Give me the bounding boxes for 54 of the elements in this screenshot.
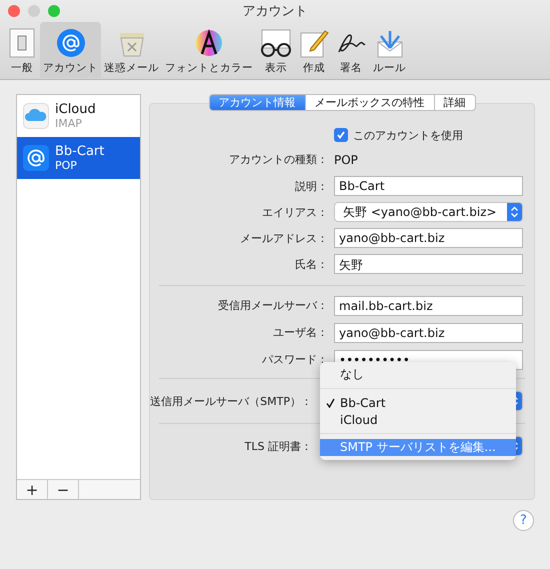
checkmark-icon [336,130,346,140]
add-button[interactable]: + [17,480,48,499]
account-type: POP [55,159,78,172]
remove-button[interactable]: − [48,480,79,499]
account-item[interactable]: Bb-Cart POP [17,137,140,179]
text-field[interactable]: yano@bb-cart.biz [334,322,523,342]
tab[interactable]: メールボックスの特性 [306,94,434,111]
field-label: パスワード： [261,352,328,367]
envelope-arrows-icon [374,28,404,58]
field-label: TLS 証明書： [244,438,313,454]
account-type-value: POP [334,152,359,166]
field-label: エイリアス： [261,204,328,220]
field-label: 説明： [294,178,328,194]
alias-select[interactable]: 矢野 <yano@bb-cart.biz> [334,202,523,222]
text-field[interactable]: Bb-Cart [334,176,523,196]
toolbar-tab[interactable]: 作成 [296,22,332,78]
checkmark-icon [326,398,335,408]
toolbar-tab[interactable]: 迷惑メール [101,22,162,78]
toolbar-tab[interactable]: 表示 [256,22,296,78]
field-label: 氏名： [294,256,328,272]
account-name: Bb-Cart [55,144,104,159]
toolbar-tab[interactable]: アカウント [40,22,101,78]
glasses-icon [259,28,293,58]
field-label: メールアドレス： [239,230,328,246]
zoom-button[interactable] [48,5,60,17]
account-type: IMAP [55,117,83,130]
text-field[interactable]: 矢野 [334,254,523,274]
enable-checkbox[interactable]: このアカウントを使用 [334,128,523,142]
stepper-icon [507,203,522,221]
switch-icon [9,28,35,58]
at-sign-icon [56,28,86,58]
toolbar-tab[interactable]: 署名 [332,22,370,78]
text-field[interactable]: mail.bb-cart.biz [334,296,523,316]
account-name: iCloud [55,102,96,117]
help-button[interactable]: ? [513,510,534,531]
cloud-icon [23,103,49,129]
window-title: アカウント [242,3,308,20]
field-label: 受信用メールサーバ： [217,298,328,313]
checkbox[interactable] [334,128,348,142]
pencil-paper-icon [299,28,329,58]
toolbar-tab[interactable]: 一般 [4,22,40,78]
tab[interactable]: 詳細 [434,94,476,111]
text-field[interactable]: yano@bb-cart.biz [334,228,523,248]
minimize-button[interactable] [28,5,40,17]
menu-item[interactable]: Bb-Cart [320,394,516,411]
field-label: ユーザ名： [272,325,328,340]
toolbar-tab[interactable]: フォントとカラー [162,22,256,78]
at-sign-icon [23,145,49,171]
toolbar-tab[interactable]: ルール [370,22,409,78]
field-label: アカウントの種類： [228,152,328,167]
close-button[interactable] [8,5,20,17]
menu-item[interactable]: iCloud [320,411,516,428]
color-wheel-icon [194,28,224,58]
field-label: 送信用メールサーバ（SMTP）： [150,394,313,408]
